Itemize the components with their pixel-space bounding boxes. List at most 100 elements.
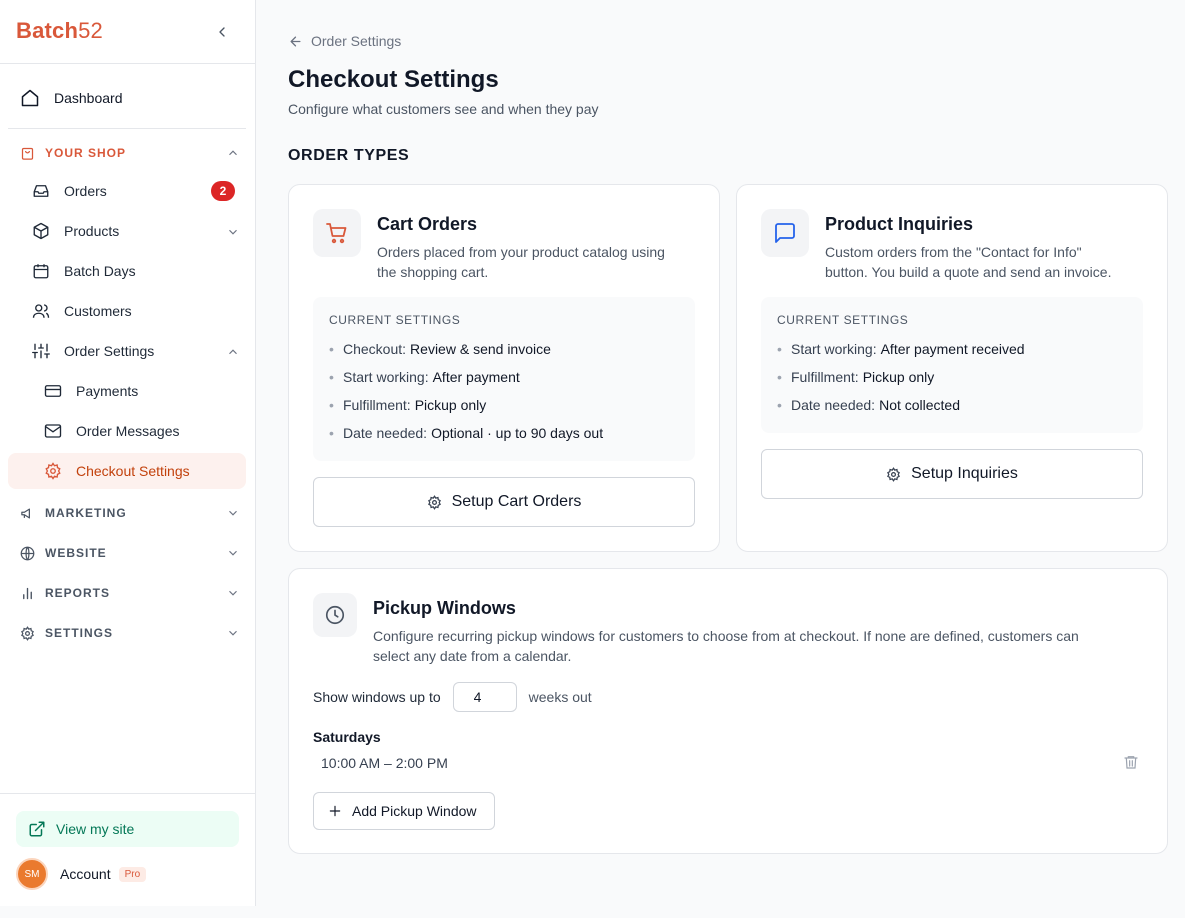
plan-badge: Pro bbox=[118, 866, 147, 882]
pickup-windows-card: Pickup Windows Configure recurring picku… bbox=[288, 568, 1168, 854]
clock-icon bbox=[325, 605, 345, 625]
sidebar-item-payments[interactable]: Payments bbox=[8, 373, 246, 409]
section-label: REPORTS bbox=[45, 586, 111, 600]
setting-label: Fulfillment: bbox=[343, 397, 411, 413]
mail-icon bbox=[44, 424, 62, 438]
card-description: Custom orders from the "Contact for Info… bbox=[825, 242, 1111, 282]
brand-logo[interactable]: Batch52 bbox=[16, 18, 103, 44]
box-icon bbox=[33, 222, 49, 240]
setting-label: Date needed: bbox=[343, 425, 428, 441]
current-settings-box: CURRENT SETTINGS • Checkout: Review & send… bbox=[313, 297, 695, 461]
setup-inquiries-button[interactable]: Setup Inquiries bbox=[761, 449, 1143, 499]
account-label: Account bbox=[60, 866, 111, 882]
section-website[interactable]: WEBSITE bbox=[8, 538, 246, 568]
back-link-label: Order Settings bbox=[311, 33, 402, 49]
credit-card-icon bbox=[44, 385, 62, 397]
weeks-out-suffix: weeks out bbox=[528, 689, 592, 705]
button-label: Setup Inquiries bbox=[911, 465, 1018, 482]
setting-value: Pickup only bbox=[414, 397, 487, 413]
chevron-left-icon bbox=[219, 27, 225, 37]
view-my-site-link[interactable]: View my site bbox=[16, 811, 239, 847]
collapse-sidebar-button[interactable] bbox=[210, 20, 234, 44]
gear-icon bbox=[427, 494, 441, 510]
pickup-window-time: 10:00 AM – 2:00 PM bbox=[321, 755, 448, 771]
setting-value: After payment received bbox=[880, 341, 1025, 357]
home-icon bbox=[21, 89, 39, 107]
setting-row: • Fulfillment: Pickup only bbox=[329, 397, 487, 413]
sidebar-header: Batch52 bbox=[0, 0, 255, 64]
gear-icon bbox=[887, 466, 901, 482]
shopping-bag-icon bbox=[21, 147, 34, 160]
shopping-cart-icon bbox=[326, 223, 347, 244]
weeks-out-input[interactable] bbox=[452, 682, 517, 712]
setting-value: Not collected bbox=[879, 397, 961, 413]
sidebar-item-label: Dashboard bbox=[54, 90, 123, 106]
brand-name: Batch bbox=[16, 18, 79, 43]
current-settings-box: CURRENT SETTINGS • Start working: After pa… bbox=[761, 297, 1143, 433]
card-description: Orders placed from your product catalog … bbox=[377, 242, 665, 282]
section-reports[interactable]: REPORTS bbox=[8, 578, 246, 608]
sidebar-item-products[interactable]: Products bbox=[8, 213, 246, 249]
view-my-site-label: View my site bbox=[56, 821, 135, 837]
current-settings-heading: CURRENT SETTINGS bbox=[777, 313, 909, 327]
message-square-icon bbox=[775, 223, 795, 243]
sidebar-item-label: Order Messages bbox=[76, 423, 180, 439]
setting-row: • Date needed: Optional · up to 90 days ou… bbox=[329, 425, 604, 441]
section-marketing[interactable]: MARKETING bbox=[8, 498, 246, 528]
sidebar-item-checkout-settings[interactable]: Checkout Settings bbox=[8, 453, 246, 489]
sidebar-item-label: Checkout Settings bbox=[76, 463, 190, 479]
section-settings[interactable]: SETTINGS bbox=[8, 618, 246, 648]
setting-value: Review & send invoice bbox=[410, 341, 551, 357]
globe-icon bbox=[20, 546, 35, 560]
button-label: Setup Cart Orders bbox=[451, 493, 582, 510]
setup-cart-orders-button[interactable]: Setup Cart Orders bbox=[313, 477, 695, 527]
sidebar-item-orders[interactable]: Orders 2 bbox=[8, 173, 246, 209]
section-label: MARKETING bbox=[45, 506, 127, 520]
delete-window-button[interactable] bbox=[1123, 754, 1139, 775]
setting-label: Checkout: bbox=[343, 341, 407, 357]
sidebar-item-order-settings[interactable]: Order Settings bbox=[8, 333, 246, 369]
add-pickup-window-button[interactable]: Add Pickup Window bbox=[313, 792, 495, 830]
setting-label: Fulfillment: bbox=[791, 369, 859, 385]
card-description-line: button. You build a quote and send an in… bbox=[825, 264, 1112, 280]
users-icon bbox=[32, 304, 50, 318]
page-subtitle: Configure what customers see and when th… bbox=[288, 101, 599, 117]
plus-icon bbox=[329, 805, 341, 817]
card-description-line: the shopping cart. bbox=[377, 264, 489, 280]
section-your-shop[interactable]: YOUR SHOP bbox=[8, 138, 246, 168]
clock-icon-tile bbox=[313, 593, 357, 637]
cart-icon-tile bbox=[313, 209, 361, 257]
setting-value: Optional · up to 90 days out bbox=[431, 425, 604, 441]
sliders-icon bbox=[32, 343, 50, 359]
sidebar-item-batch-days[interactable]: Batch Days bbox=[8, 253, 246, 289]
card-description-line: Orders placed from your product catalog … bbox=[377, 244, 665, 260]
sidebar-item-label: Customers bbox=[64, 303, 132, 319]
external-link-icon bbox=[29, 821, 45, 837]
sidebar-item-label: Products bbox=[64, 223, 120, 239]
card-title: Cart Orders bbox=[377, 214, 478, 234]
account-menu[interactable]: SM Account Pro bbox=[16, 858, 147, 890]
cart-orders-card: Cart Orders Orders placed from your prod… bbox=[288, 184, 720, 552]
section-label: SETTINGS bbox=[45, 626, 114, 640]
sidebar-item-customers[interactable]: Customers bbox=[8, 293, 246, 329]
sidebar-item-label: Orders bbox=[64, 183, 107, 199]
arrow-left-icon bbox=[290, 36, 301, 46]
weeks-out-prefix: Show windows up to bbox=[313, 689, 441, 705]
sidebar-item-order-messages[interactable]: Order Messages bbox=[8, 413, 246, 449]
sidebar-item-dashboard[interactable]: Dashboard bbox=[8, 80, 246, 116]
sidebar-footer: View my site SM Account Pro bbox=[0, 793, 255, 906]
gear-icon bbox=[45, 462, 61, 480]
inbox-icon bbox=[33, 185, 49, 197]
card-description-line: Custom orders from the "Contact for Info… bbox=[825, 244, 1082, 260]
card-title: Pickup Windows bbox=[373, 598, 516, 618]
pickup-window-day: Saturdays bbox=[313, 729, 381, 745]
setting-row: • Checkout: Review & send invoice bbox=[329, 341, 551, 357]
setting-label: Date needed: bbox=[791, 397, 876, 413]
back-to-order-settings-link[interactable]: Order Settings bbox=[288, 33, 401, 49]
page-title: Checkout Settings bbox=[288, 66, 499, 93]
inquiry-icon-tile bbox=[761, 209, 809, 257]
chevron-down-icon bbox=[229, 510, 237, 516]
setting-row: • Fulfillment: Pickup only bbox=[777, 369, 935, 385]
product-inquiries-card: Product Inquiries Custom orders from the… bbox=[736, 184, 1168, 552]
avatar: SM bbox=[16, 858, 48, 890]
